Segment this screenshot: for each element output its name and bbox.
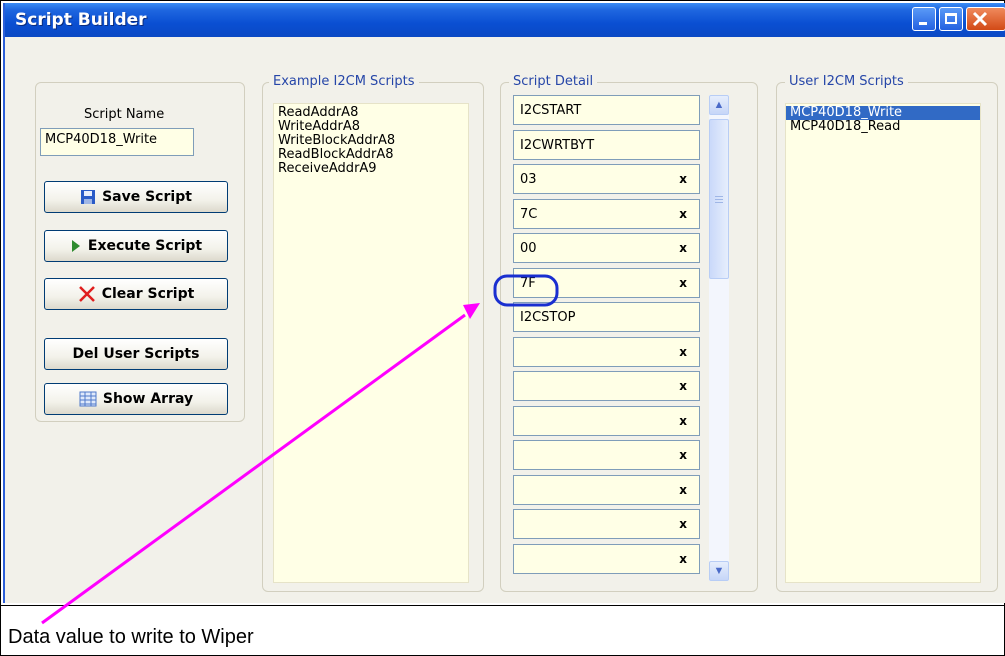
scroll-thumb[interactable] bbox=[709, 119, 729, 279]
list-item[interactable]: ReadBlockAddrA8 bbox=[274, 148, 468, 162]
client-area: Script Name MCP40D18_Write Save Script E… bbox=[5, 37, 1005, 603]
play-icon bbox=[71, 240, 80, 252]
script-detail-value: I2CWRTBYT bbox=[520, 137, 595, 153]
execute-script-label: Execute Script bbox=[87, 238, 203, 254]
script-detail-row[interactable]: x bbox=[513, 543, 700, 574]
script-detail-row[interactable]: 03 x bbox=[513, 164, 700, 194]
script-detail-value: I2CSTOP bbox=[520, 310, 576, 325]
script-name-label: Script Name bbox=[84, 107, 165, 122]
show-array-label: Show Array bbox=[102, 391, 194, 407]
script-detail-row[interactable]: x bbox=[513, 440, 700, 470]
window-title: Script Builder bbox=[15, 10, 147, 30]
delete-row-icon[interactable]: x bbox=[679, 483, 687, 497]
script-detail-title: Script Detail bbox=[509, 74, 598, 89]
grip-icon bbox=[715, 196, 723, 197]
delete-row-icon[interactable]: x bbox=[679, 345, 687, 359]
del-user-scripts-label: Del User Scripts bbox=[72, 346, 200, 362]
script-detail-row[interactable]: x bbox=[513, 371, 700, 401]
script-detail-row[interactable]: 7F x bbox=[513, 267, 700, 298]
scroll-down-button[interactable]: ▼ bbox=[709, 561, 729, 581]
minimize-icon bbox=[919, 22, 927, 25]
delete-row-icon[interactable]: x bbox=[679, 552, 687, 566]
close-button[interactable] bbox=[966, 7, 1005, 31]
script-controls-group: Script Name MCP40D18_Write Save Script E… bbox=[35, 82, 245, 422]
script-detail-row[interactable]: 7C x bbox=[513, 198, 700, 229]
script-detail-row[interactable]: x bbox=[513, 474, 700, 505]
script-detail-value: 00 bbox=[520, 241, 537, 256]
script-detail-row[interactable]: I2CWRTBYT bbox=[513, 129, 700, 160]
user-scripts-title: User I2CM Scripts bbox=[785, 74, 908, 89]
table-icon bbox=[79, 391, 97, 407]
delete-row-icon[interactable]: x bbox=[679, 276, 687, 290]
red-x-icon bbox=[78, 286, 95, 302]
delete-row-icon[interactable]: x bbox=[679, 414, 687, 428]
script-builder-window: Script Builder Script Name MCP40D18_Writ… bbox=[3, 3, 1005, 603]
user-scripts-list[interactable]: MCP40D18_Write MCP40D18_Read bbox=[785, 103, 981, 583]
maximize-button[interactable] bbox=[939, 7, 963, 31]
example-scripts-group: Example I2CM Scripts ReadAddrA8 WriteAdd… bbox=[262, 74, 484, 592]
caption-divider bbox=[0, 605, 1005, 606]
script-detail-value: I2CSTART bbox=[520, 103, 582, 118]
execute-script-button[interactable]: Execute Script bbox=[44, 230, 228, 262]
floppy-disk-icon bbox=[81, 190, 96, 204]
delete-row-icon[interactable]: x bbox=[679, 379, 687, 393]
minimize-button[interactable] bbox=[912, 7, 936, 31]
list-item[interactable]: MCP40D18_Read bbox=[786, 120, 980, 134]
script-detail-row[interactable]: I2CSTOP bbox=[513, 302, 700, 332]
save-script-button[interactable]: Save Script bbox=[44, 181, 228, 213]
script-detail-group: Script Detail I2CSTART I2CWRTBYT 03 x 7C x 00 x… bbox=[500, 74, 758, 592]
del-user-scripts-button[interactable]: Del User Scripts bbox=[44, 338, 228, 370]
script-detail-row[interactable]: 00 x bbox=[513, 233, 700, 263]
annotation-caption: Data value to write to Wiper bbox=[8, 626, 254, 648]
delete-row-icon[interactable]: x bbox=[679, 207, 687, 221]
script-detail-value: 7C bbox=[520, 206, 538, 222]
script-detail-row[interactable]: x bbox=[513, 405, 700, 436]
clear-script-label: Clear Script bbox=[101, 286, 195, 302]
script-detail-row[interactable]: x bbox=[513, 336, 700, 367]
maximize-icon bbox=[945, 13, 957, 24]
save-script-label: Save Script bbox=[102, 189, 192, 205]
scroll-up-button[interactable]: ▲ bbox=[709, 95, 729, 115]
vertical-scrollbar[interactable]: ▲ ▼ bbox=[709, 95, 729, 581]
delete-row-icon[interactable]: x bbox=[679, 517, 687, 531]
script-name-input[interactable]: MCP40D18_Write bbox=[40, 128, 194, 156]
show-array-button[interactable]: Show Array bbox=[44, 383, 228, 415]
delete-row-icon[interactable]: x bbox=[679, 241, 687, 255]
example-scripts-list[interactable]: ReadAddrA8 WriteAddrA8 WriteBlockAddrA8 … bbox=[273, 103, 469, 583]
delete-row-icon[interactable]: x bbox=[679, 448, 687, 462]
user-scripts-group: User I2CM Scripts MCP40D18_Write MCP40D1… bbox=[776, 74, 998, 592]
title-bar: Script Builder bbox=[5, 3, 1005, 37]
script-detail-row[interactable]: I2CSTART bbox=[513, 95, 700, 125]
close-icon bbox=[972, 11, 988, 27]
script-detail-value: 03 bbox=[520, 172, 537, 187]
example-scripts-title: Example I2CM Scripts bbox=[269, 74, 419, 89]
list-item[interactable]: WriteAddrA8 bbox=[274, 120, 468, 134]
list-item-selected[interactable]: MCP40D18_Write bbox=[786, 106, 980, 120]
script-detail-row[interactable]: x bbox=[513, 509, 700, 539]
clear-script-button[interactable]: Clear Script bbox=[44, 278, 228, 310]
list-item[interactable]: ReceiveAddrA9 bbox=[274, 162, 468, 176]
list-item[interactable]: ReadAddrA8 bbox=[274, 106, 468, 120]
list-item[interactable]: WriteBlockAddrA8 bbox=[274, 134, 468, 148]
script-detail-value: 7F bbox=[520, 275, 536, 291]
delete-row-icon[interactable]: x bbox=[679, 172, 687, 186]
